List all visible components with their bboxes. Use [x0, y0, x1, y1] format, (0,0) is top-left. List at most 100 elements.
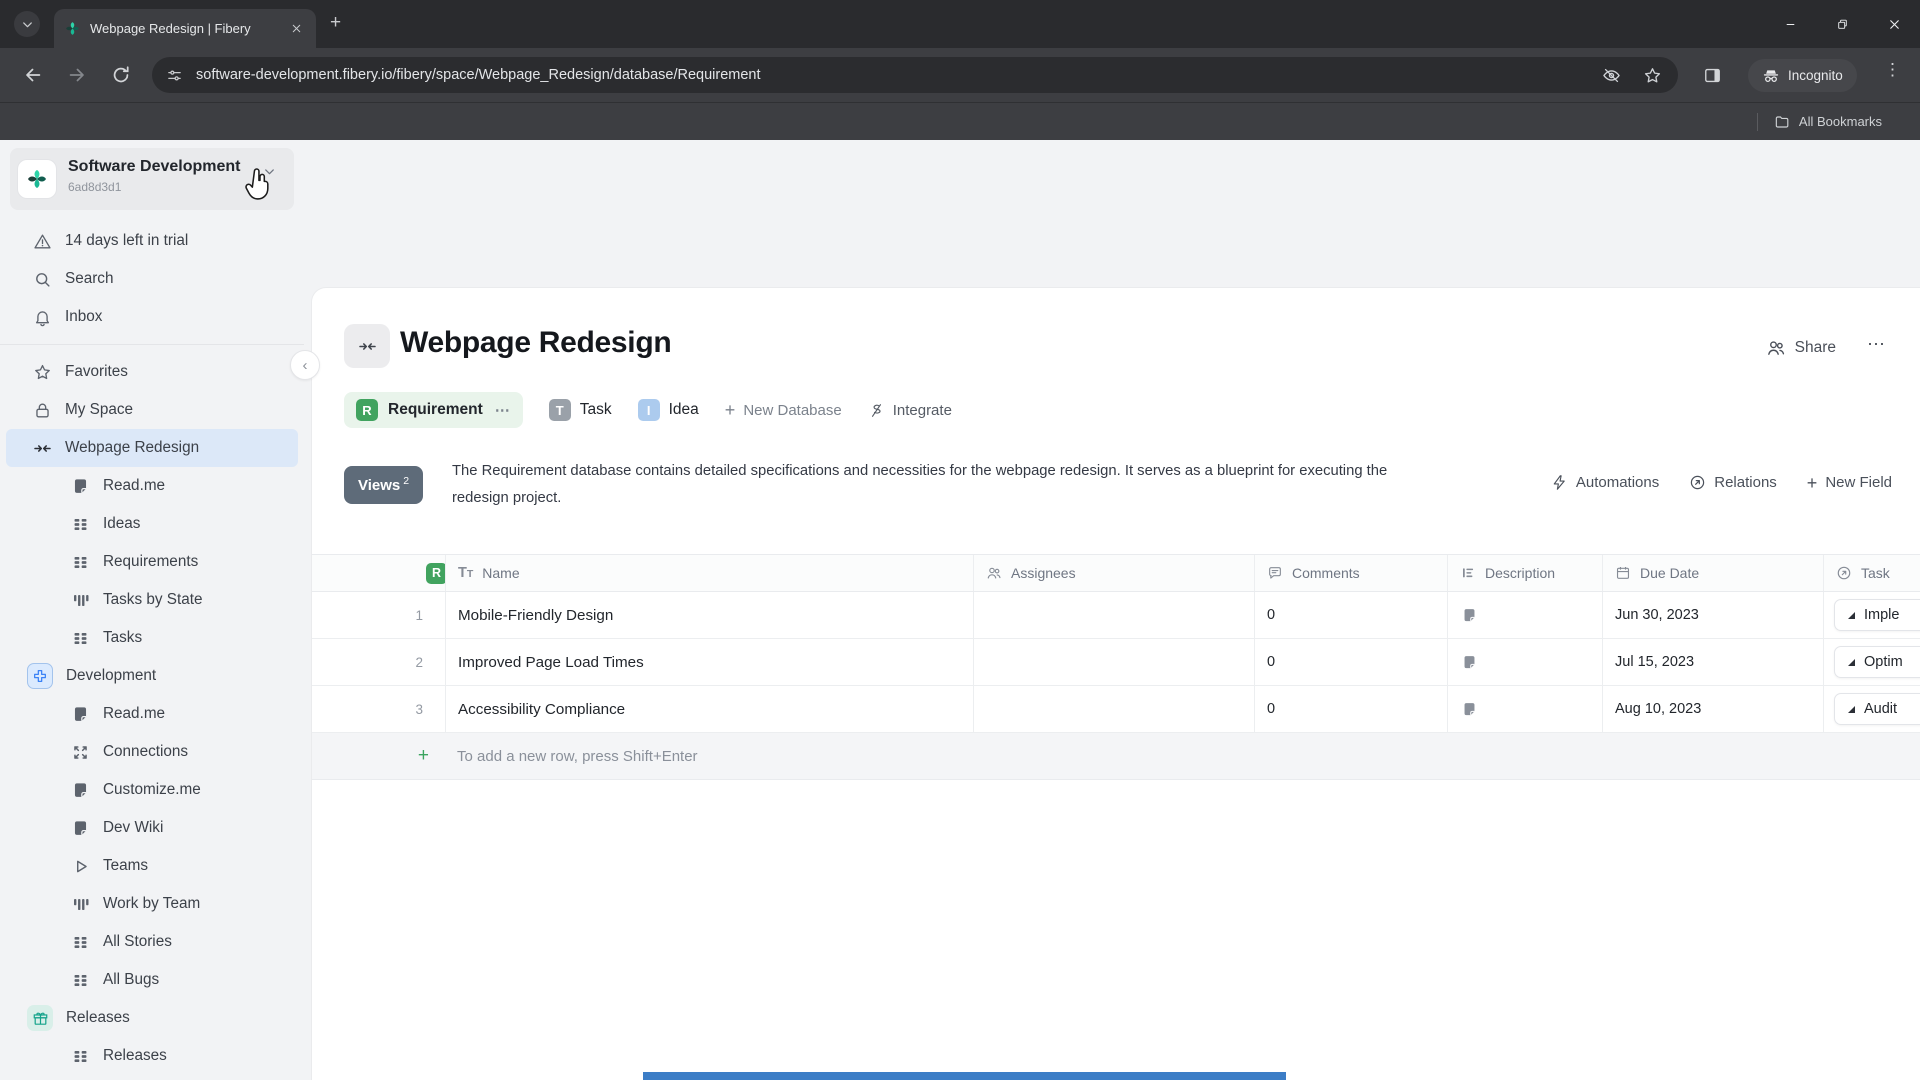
due-date-cell[interactable]: Aug 10, 2023 — [1602, 686, 1823, 732]
description-cell[interactable] — [1447, 639, 1602, 685]
rich-text-icon — [1460, 565, 1476, 581]
column-header-due-date[interactable]: Due Date — [1602, 555, 1823, 591]
sidebar-item-tasks[interactable]: Tasks — [6, 619, 298, 657]
people-icon — [1766, 338, 1786, 358]
restore-button[interactable] — [1816, 0, 1868, 48]
sidebar-item-releases[interactable]: Releases — [6, 999, 298, 1037]
new-tab-button[interactable]: + — [330, 13, 341, 33]
task-cell[interactable]: Optim — [1823, 639, 1920, 685]
field-actions: Automations Relations + New Field — [1551, 472, 1892, 493]
side-panel-icon[interactable] — [1703, 66, 1722, 85]
browser-tab[interactable]: Webpage Redesign | Fibery — [54, 9, 316, 48]
workspace-id: 6ad8d3d1 — [68, 180, 122, 194]
sidebar-item-customize-me[interactable]: Customize.me — [6, 771, 298, 809]
task-cell[interactable]: Audit — [1823, 686, 1920, 732]
comments-cell[interactable]: 0 — [1254, 686, 1447, 732]
task-chip[interactable]: Optim — [1834, 646, 1920, 678]
sidebar-item-requirements[interactable]: Requirements — [6, 543, 298, 581]
sidebar-item-teams[interactable]: Teams — [6, 847, 298, 885]
database-more-icon[interactable]: ⋯ — [495, 401, 511, 419]
name-cell[interactable]: Mobile-Friendly Design — [445, 592, 973, 638]
sidebar-item-connections[interactable]: Connections — [6, 733, 298, 771]
table-row[interactable]: 3 Accessibility Compliance 0 Aug 10, 202… — [312, 686, 1920, 733]
sidebar-collapse-button[interactable]: ‹ — [290, 350, 320, 380]
description-cell[interactable] — [1447, 592, 1602, 638]
forward-icon[interactable] — [66, 64, 88, 86]
sidebar-item-webpage-redesign[interactable]: Webpage Redesign — [6, 429, 298, 467]
sidebar-item-read-me[interactable]: Read.me — [6, 695, 298, 733]
sidebar-item-14-days-left-in-trial[interactable]: 14 days left in trial — [6, 222, 298, 260]
automations-button[interactable]: Automations — [1551, 474, 1659, 491]
space-icon-button[interactable] — [344, 324, 390, 368]
column-header-assignees[interactable]: Assignees — [973, 555, 1254, 591]
column-header-name[interactable]: TT Name — [445, 555, 973, 591]
page-more-button[interactable]: ⋯ — [1867, 334, 1886, 355]
sidebar-item-work-by-team[interactable]: Work by Team — [6, 885, 298, 923]
sidebar-item-favorites[interactable]: Favorites — [6, 353, 298, 391]
views-button[interactable]: Views 2 — [344, 466, 424, 504]
minimize-button[interactable] — [1764, 0, 1816, 48]
sidebar-item-dev-wiki[interactable]: Dev Wiki — [6, 809, 298, 847]
table-row[interactable]: 1 Mobile-Friendly Design 0 Jun 30, 2023 … — [312, 592, 1920, 639]
task-chip[interactable]: Imple — [1834, 599, 1920, 631]
assignees-cell[interactable] — [973, 592, 1254, 638]
description-cell[interactable] — [1447, 686, 1602, 732]
sidebar-item-releases[interactable]: Releases — [6, 1037, 298, 1075]
share-button[interactable]: Share — [1766, 338, 1836, 358]
browser-menu-icon[interactable]: ⋮ — [1884, 60, 1901, 80]
relation-icon — [1689, 474, 1706, 491]
document-icon — [1461, 701, 1478, 718]
sidebar-item-ideas[interactable]: Ideas — [6, 505, 298, 543]
column-header-description[interactable]: Description — [1447, 555, 1602, 591]
sidebar-item-release-planning[interactable]: Release Planning — [6, 1075, 298, 1080]
database-tab-idea[interactable]: I Idea — [637, 399, 699, 421]
new-database-button[interactable]: + New Database — [725, 401, 842, 419]
assignees-cell[interactable] — [973, 639, 1254, 685]
requirements-table: R TT Name Assignees Comments Description… — [312, 554, 1920, 780]
column-header-task[interactable]: Task — [1823, 555, 1920, 591]
tab-close-icon[interactable] — [287, 22, 306, 35]
integrate-icon — [868, 402, 885, 419]
sidebar-item-inbox[interactable]: Inbox — [6, 298, 298, 336]
sidebar-item-my-space[interactable]: My Space — [6, 391, 298, 429]
assignees-cell[interactable] — [973, 686, 1254, 732]
all-bookmarks-button[interactable]: All Bookmarks — [1774, 114, 1882, 130]
plus-icon: + — [1806, 472, 1818, 493]
comments-cell[interactable]: 0 — [1254, 592, 1447, 638]
column-header-comments[interactable]: Comments — [1254, 555, 1447, 591]
relations-button[interactable]: Relations — [1689, 474, 1777, 491]
url-bar[interactable]: software-development.fibery.io/fibery/sp… — [152, 57, 1678, 93]
due-date-cell[interactable]: Jul 15, 2023 — [1602, 639, 1823, 685]
name-cell[interactable]: Improved Page Load Times — [445, 639, 973, 685]
database-badge: R — [356, 399, 378, 421]
sidebar-item-all-stories[interactable]: All Stories — [6, 923, 298, 961]
connect-icon — [70, 742, 90, 762]
bookmark-star-icon[interactable] — [1643, 66, 1662, 85]
integrate-button[interactable]: Integrate — [868, 402, 952, 419]
sidebar-divider — [0, 344, 304, 345]
database-tab-requirement[interactable]: R Requirement ⋯ — [344, 392, 523, 428]
table-row[interactable]: 2 Improved Page Load Times 0 Jul 15, 202… — [312, 639, 1920, 686]
add-row-plus-icon[interactable]: + — [312, 733, 445, 779]
due-date-cell[interactable]: Jun 30, 2023 — [1602, 592, 1823, 638]
grid-icon — [70, 932, 90, 952]
tab-search-button[interactable] — [14, 11, 40, 37]
sidebar-item-read-me[interactable]: Read.me — [6, 467, 298, 505]
sidebar-item-development[interactable]: Development — [6, 657, 298, 695]
back-icon[interactable] — [22, 64, 44, 86]
comments-cell[interactable]: 0 — [1254, 639, 1447, 685]
task-chip[interactable]: Audit — [1834, 693, 1920, 725]
name-cell[interactable]: Accessibility Compliance — [445, 686, 973, 732]
database-tab-task[interactable]: T Task — [548, 399, 612, 421]
site-settings-icon[interactable] — [166, 67, 183, 84]
sidebar-item-all-bugs[interactable]: All Bugs — [6, 961, 298, 999]
sidebar-item-tasks-by-state[interactable]: Tasks by State — [6, 581, 298, 619]
eye-off-icon[interactable] — [1602, 66, 1621, 85]
add-row[interactable]: + To add a new row, press Shift+Enter — [312, 733, 1920, 780]
document-icon — [1461, 654, 1478, 671]
new-field-button[interactable]: + New Field — [1806, 472, 1892, 493]
reload-icon[interactable] — [110, 64, 132, 86]
sidebar-item-search[interactable]: Search — [6, 260, 298, 298]
task-cell[interactable]: Imple — [1823, 592, 1920, 638]
close-button[interactable] — [1868, 0, 1920, 48]
